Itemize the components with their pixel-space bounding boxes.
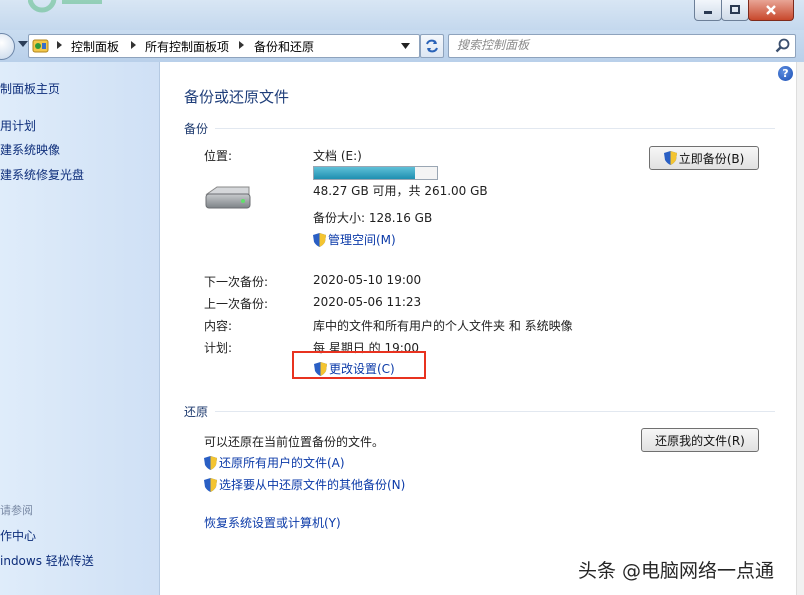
search-input[interactable] xyxy=(449,35,767,55)
uac-shield-icon xyxy=(204,456,217,470)
search-icon[interactable] xyxy=(775,38,790,53)
see-also-heading: 请参阅 xyxy=(0,504,33,517)
breadcrumb-separator-icon[interactable] xyxy=(57,41,62,49)
search-box[interactable] xyxy=(448,34,796,58)
restore-section-heading: 还原 xyxy=(184,405,209,419)
refresh-button[interactable] xyxy=(420,34,444,58)
uac-shield-icon xyxy=(204,478,217,492)
manage-space-label: 管理空间(M) xyxy=(328,233,396,247)
backup-now-label: 立即备份(B) xyxy=(678,151,745,166)
restore-all-users-label: 还原所有用户的文件(A) xyxy=(219,456,345,470)
recent-pages-arrow-icon[interactable] xyxy=(18,41,28,47)
app-logo-icon xyxy=(28,0,102,13)
restore-all-users-link[interactable]: 还原所有用户的文件(A) xyxy=(204,454,345,471)
recover-system-link[interactable]: 恢复系统设置或计算机(Y) xyxy=(204,514,341,531)
location-value: 文档 (E:) xyxy=(313,149,362,163)
contents-label: 内容: xyxy=(204,319,233,333)
section-divider xyxy=(215,411,775,412)
schedule-label: 计划: xyxy=(204,341,233,355)
page-title: 备份或还原文件 xyxy=(184,88,290,106)
highlight-box xyxy=(292,351,426,379)
select-other-backup-label: 选择要从中还原文件的其他备份(N) xyxy=(219,478,406,492)
address-bar[interactable]: 控制面板 所有控制面板项 备份和还原 xyxy=(28,34,420,58)
last-backup-value: 2020-05-06 11:23 xyxy=(313,295,422,309)
last-backup-label: 上一次备份: xyxy=(204,297,269,311)
breadcrumb-separator-icon[interactable] xyxy=(131,41,136,49)
refresh-icon xyxy=(426,39,438,53)
watermark-text: 头条 @电脑网络一点通 xyxy=(578,560,775,582)
control-panel-icon xyxy=(32,39,49,53)
contents-value: 库中的文件和所有用户的个人文件夹 和 系统映像 xyxy=(313,319,573,333)
disk-usage-fill xyxy=(314,167,415,179)
uac-shield-icon xyxy=(663,151,677,165)
select-other-backup-link[interactable]: 选择要从中还原文件的其他备份(N) xyxy=(204,476,405,493)
hard-drive-icon xyxy=(205,186,251,209)
restore-my-files-button[interactable]: 还原我的文件(R) xyxy=(641,428,759,452)
next-backup-label: 下一次备份: xyxy=(204,275,269,289)
maximize-button[interactable] xyxy=(721,0,749,21)
restore-info-text: 可以还原在当前位置备份的文件。 xyxy=(204,435,385,449)
address-dropdown-icon[interactable] xyxy=(401,43,410,49)
sidebar-item-turn-on-schedule[interactable]: 用计划 xyxy=(0,117,36,134)
close-button[interactable] xyxy=(748,0,794,21)
location-label: 位置: xyxy=(204,149,233,163)
breadcrumb-backup-restore[interactable]: 备份和还原 xyxy=(254,38,314,55)
section-divider xyxy=(215,128,775,129)
manage-space-link[interactable]: 管理空间(M) xyxy=(313,231,396,248)
sidebar-item-control-panel-home[interactable]: 制面板主页 xyxy=(0,80,60,97)
sidebar-item-action-center[interactable]: 作中心 xyxy=(0,527,36,544)
minimize-icon xyxy=(704,11,712,14)
disk-usage-bar xyxy=(313,166,438,180)
uac-shield-icon xyxy=(313,233,326,247)
breadcrumb-separator-icon[interactable] xyxy=(239,41,244,49)
disk-free-text: 48.27 GB 可用，共 261.00 GB xyxy=(313,184,488,198)
backup-now-button[interactable]: 立即备份(B) xyxy=(649,146,759,170)
sidebar-item-windows-easy-transfer[interactable]: indows 轻松传送 xyxy=(0,552,94,569)
title-bar xyxy=(0,0,804,30)
vertical-scrollbar[interactable] xyxy=(796,62,804,595)
backup-size-text: 备份大小: 128.16 GB xyxy=(313,211,433,225)
help-icon[interactable]: ? xyxy=(778,66,793,81)
breadcrumb-control-panel[interactable]: 控制面板 xyxy=(71,38,119,55)
next-backup-value: 2020-05-10 19:00 xyxy=(313,273,422,287)
maximize-icon xyxy=(730,5,740,14)
sidebar-item-create-system-image[interactable]: 建系统映像 xyxy=(0,141,60,158)
minimize-button[interactable] xyxy=(694,0,722,21)
close-icon xyxy=(766,5,776,15)
backup-section-heading: 备份 xyxy=(184,122,209,136)
sidebar-item-create-repair-disc[interactable]: 建系统修复光盘 xyxy=(0,166,84,183)
breadcrumb-all-items[interactable]: 所有控制面板项 xyxy=(145,38,229,55)
